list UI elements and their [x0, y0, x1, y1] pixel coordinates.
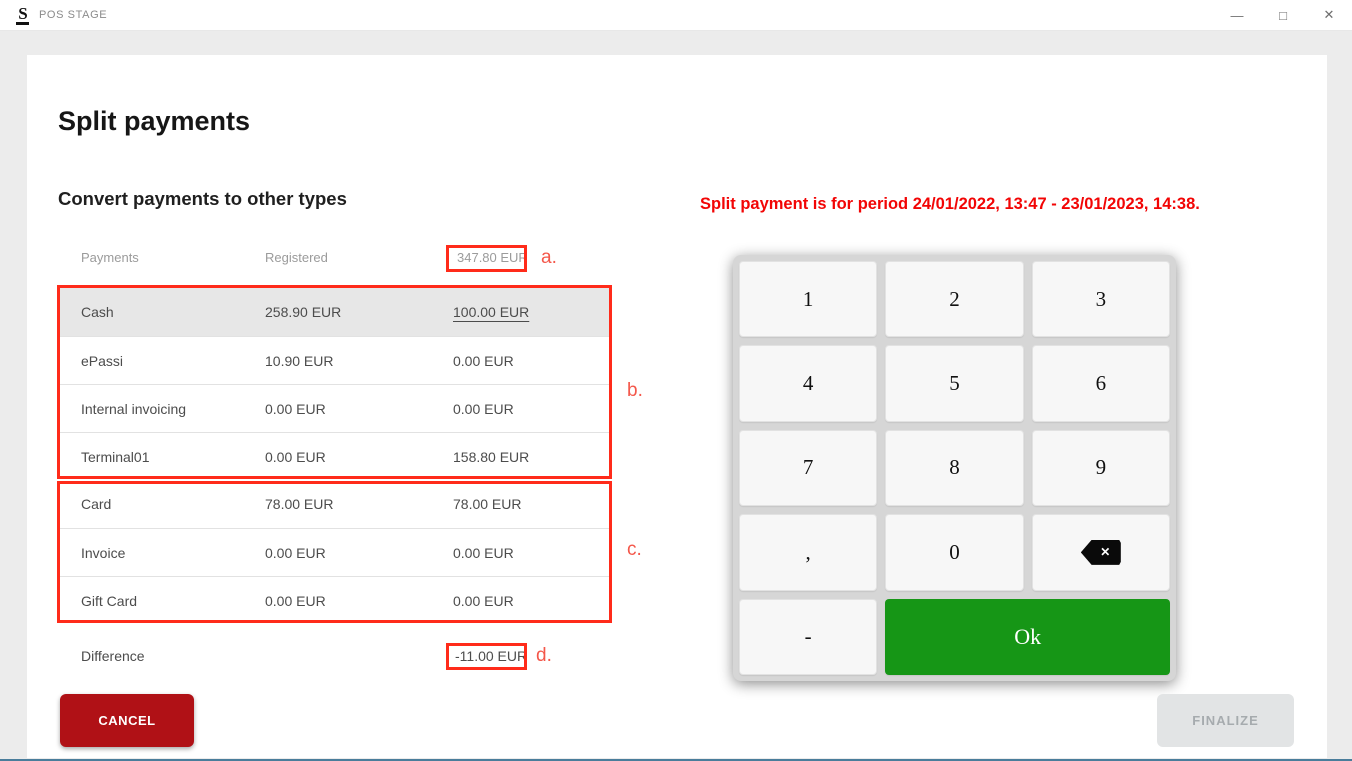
numpad-key-5[interactable]: 5 [885, 345, 1023, 421]
numpad-key-comma[interactable]: , [739, 514, 877, 590]
column-header-payments: Payments [81, 250, 139, 265]
titlebar: S POS STAGE — □ ✕ [0, 0, 1352, 31]
payment-name: Cash [81, 304, 114, 320]
section-title: Convert payments to other types [58, 188, 347, 210]
numpad-key-2[interactable]: 2 [885, 261, 1023, 337]
table-header: Payments Registered 347.80 EUR [60, 246, 612, 272]
numpad-key-4[interactable]: 4 [739, 345, 877, 421]
numpad-ok-button[interactable]: Ok [885, 599, 1170, 675]
registered-amount: 78.00 EUR [265, 496, 333, 512]
numpad-key-0[interactable]: 0 [885, 514, 1023, 590]
converted-amount-input[interactable]: 100.00 EUR [453, 304, 529, 320]
period-notice: Split payment is for period 24/01/2022, … [700, 195, 1220, 214]
minimize-button[interactable]: — [1214, 0, 1260, 31]
registered-amount: 10.90 EUR [265, 353, 333, 369]
column-header-registered: Registered [265, 250, 328, 265]
payment-name: Terminal01 [81, 449, 149, 465]
numpad-key-minus[interactable]: - [739, 599, 877, 675]
maximize-button[interactable]: □ [1260, 0, 1306, 31]
converted-amount: 0.00 EUR [453, 545, 514, 561]
table-row-cash[interactable]: Cash 258.90 EUR 100.00 EUR [60, 288, 612, 336]
close-icon: ✕ [1324, 7, 1335, 23]
table-row-internal-invoicing[interactable]: Internal invoicing 0.00 EUR 0.00 EUR [60, 384, 612, 432]
numpad-key-7[interactable]: 7 [739, 430, 877, 506]
table-row-card[interactable]: Card 78.00 EUR 78.00 EUR [60, 480, 612, 528]
app-title: POS STAGE [39, 9, 107, 21]
difference-label: Difference [81, 648, 145, 664]
window-controls: — □ ✕ [1214, 0, 1352, 31]
converted-amount: 0.00 EUR [453, 401, 514, 417]
app-window: S POS STAGE — □ ✕ Split payments Convert… [0, 0, 1352, 761]
payment-group-primary: Cash 258.90 EUR 100.00 EUR ePassi 10.90 … [60, 288, 612, 480]
difference-value: -11.00 EUR [455, 648, 527, 664]
table-row-terminal01[interactable]: Terminal01 0.00 EUR 158.80 EUR [60, 432, 612, 480]
registered-amount: 258.90 EUR [265, 304, 341, 320]
payment-group-secondary: Card 78.00 EUR 78.00 EUR Invoice 0.00 EU… [60, 480, 612, 624]
numpad-key-6[interactable]: 6 [1032, 345, 1170, 421]
payment-name: Card [81, 496, 111, 512]
converted-amount: 78.00 EUR [453, 496, 521, 512]
table-row-epassi[interactable]: ePassi 10.90 EUR 0.00 EUR [60, 336, 612, 384]
difference-row: Difference -11.00 EUR [60, 634, 612, 678]
finalize-button[interactable]: FINALIZE [1157, 694, 1294, 747]
maximize-icon: □ [1279, 8, 1287, 23]
converted-amount: 0.00 EUR [453, 353, 514, 369]
cancel-button[interactable]: CANCEL [60, 694, 194, 747]
payment-name: Invoice [81, 545, 125, 561]
registered-amount: 0.00 EUR [265, 545, 326, 561]
payment-name: Internal invoicing [81, 401, 186, 417]
numpad-key-9[interactable]: 9 [1032, 430, 1170, 506]
minimize-icon: — [1231, 8, 1244, 23]
app-logo-icon: S [14, 5, 32, 25]
page-title: Split payments [58, 106, 250, 137]
converted-amount: 158.80 EUR [453, 449, 529, 465]
registered-amount: 0.00 EUR [265, 449, 326, 465]
converted-amount: 0.00 EUR [453, 593, 514, 609]
numpad-key-3[interactable]: 3 [1032, 261, 1170, 337]
payment-name: ePassi [81, 353, 123, 369]
registered-amount: 0.00 EUR [265, 401, 326, 417]
payment-name: Gift Card [81, 593, 137, 609]
table-row-gift-card[interactable]: Gift Card 0.00 EUR 0.00 EUR [60, 576, 612, 624]
numpad: 1 2 3 4 5 6 7 8 9 , 0 ✕ - Ok [733, 255, 1176, 681]
total-registered-amount: 347.80 EUR [457, 250, 528, 265]
numpad-key-backspace[interactable]: ✕ [1032, 514, 1170, 590]
numpad-key-1[interactable]: 1 [739, 261, 877, 337]
numpad-key-8[interactable]: 8 [885, 430, 1023, 506]
close-button[interactable]: ✕ [1306, 0, 1352, 31]
table-row-invoice[interactable]: Invoice 0.00 EUR 0.00 EUR [60, 528, 612, 576]
backspace-icon: ✕ [1081, 540, 1121, 565]
registered-amount: 0.00 EUR [265, 593, 326, 609]
